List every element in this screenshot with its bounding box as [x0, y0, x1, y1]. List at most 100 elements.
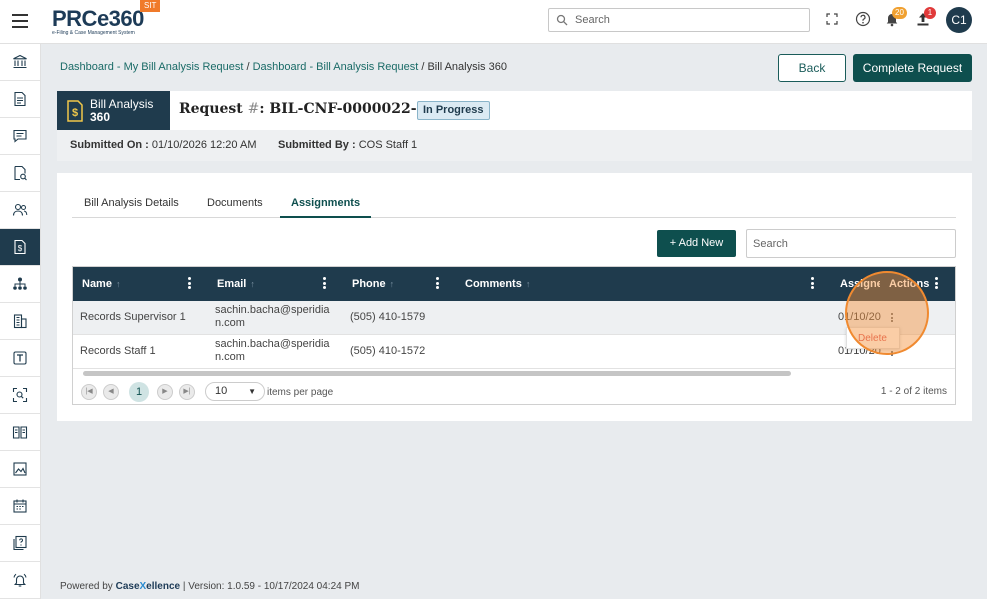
complete-request-button[interactable]: Complete Request	[853, 54, 972, 82]
column-menu-icon[interactable]	[188, 277, 192, 289]
sidebar-item-documents[interactable]	[0, 81, 40, 118]
calendar-icon	[13, 499, 27, 513]
sidebar-item-document-search[interactable]	[0, 155, 40, 192]
hamburger-icon[interactable]	[12, 14, 28, 28]
global-search[interactable]	[548, 8, 810, 32]
sort-arrow-icon: ↑	[389, 279, 395, 289]
sort-arrow-icon: ↑	[115, 279, 121, 289]
faq-icon	[13, 535, 27, 551]
request-id: : BIL-CNF-0000022-26	[259, 101, 436, 117]
sidebar-item-bill-analysis[interactable]: $	[0, 229, 40, 266]
alarm-bell-icon	[13, 573, 27, 587]
sidebar: $	[0, 44, 41, 599]
tab-assignments[interactable]: Assignments	[280, 197, 372, 218]
status-badge: In Progress	[417, 101, 490, 120]
footer: Powered by CaseXellence | Version: 1.0.5…	[60, 581, 359, 592]
column-header-name[interactable]: Name ↑	[82, 278, 120, 290]
casexellence-logo: CaseXellence	[116, 581, 181, 592]
sidebar-item-calendar[interactable]	[0, 488, 40, 525]
brand-part: ellence	[146, 581, 181, 592]
cell-email-line: sachin.bacha@speridia	[215, 338, 330, 350]
upload-count-badge: 1	[924, 7, 936, 19]
table-row[interactable]: Records Staff 1 sachin.bacha@speridia n.c…	[73, 335, 955, 369]
tile-subtitle: 360	[90, 110, 111, 124]
bill-dollar-icon: $	[67, 100, 83, 122]
breadcrumb-link-my-bill-analysis[interactable]: Dashboard - My Bill Analysis Request	[60, 61, 243, 73]
sidebar-item-templates[interactable]	[0, 340, 40, 377]
global-search-input[interactable]	[575, 12, 795, 28]
sidebar-item-home[interactable]	[0, 44, 40, 81]
cell-name: Records Staff 1	[80, 345, 156, 357]
top-bar: PRCe360 e-Filing & Case Management Syste…	[0, 0, 987, 44]
submitted-on-value: 01/10/2026 12:20 AM	[151, 139, 257, 151]
cell-email-line: sachin.bacha@speridia	[215, 304, 330, 316]
current-page-button[interactable]: 1	[129, 382, 149, 402]
page-size-select[interactable]: 10 ▼	[205, 382, 265, 401]
grid-header: Name↑ Email↑ Phone↑ Comments↑ Assigned A…	[73, 267, 955, 301]
column-menu-icon[interactable]	[811, 277, 815, 289]
breadcrumb-separator: /	[243, 61, 253, 73]
sidebar-item-alerts[interactable]	[0, 562, 40, 599]
column-header-phone[interactable]: Phone ↑	[352, 278, 394, 290]
column-menu-icon[interactable]	[935, 277, 939, 289]
back-button[interactable]: Back	[778, 54, 846, 82]
org-chart-icon	[13, 277, 27, 290]
column-menu-icon[interactable]	[323, 277, 327, 289]
column-header-label: Phone	[352, 278, 386, 290]
sidebar-item-help[interactable]	[0, 525, 40, 562]
search-icon	[556, 14, 568, 26]
cell-name: Records Supervisor 1	[80, 311, 186, 323]
column-menu-icon[interactable]	[436, 277, 440, 289]
horizontal-scrollbar[interactable]	[73, 369, 955, 377]
tile-title: Bill Analysis	[90, 97, 154, 111]
logo-subtitle: e-Filing & Case Management System	[52, 30, 135, 36]
add-new-button[interactable]: + Add New	[657, 230, 736, 257]
document-icon	[14, 91, 26, 107]
pager: |◀ ◀ 1 ▶ ▶| 10 ▼ items per page 1 - 2 of …	[73, 377, 955, 404]
sort-arrow-icon: ↑	[250, 279, 255, 289]
cell-email: sachin.bacha@speridia n.com	[215, 304, 330, 330]
breadcrumb-current: Bill Analysis 360	[427, 61, 507, 73]
next-page-icon[interactable]: ▶	[157, 384, 173, 400]
first-page-icon[interactable]: |◀	[81, 384, 97, 400]
column-header-email[interactable]: Email ↑	[217, 278, 255, 290]
sidebar-item-users[interactable]	[0, 192, 40, 229]
submitted-by-label: Submitted By :	[278, 139, 356, 151]
request-header-card: $ Bill Analysis 360 Request #: BIL-CNF-0…	[57, 91, 972, 161]
submitted-on: Submitted On : 01/10/2026 12:20 AM	[70, 139, 256, 151]
svg-text:$: $	[72, 107, 78, 119]
bill-analysis-tile: $ Bill Analysis 360	[57, 91, 170, 130]
tab-bar: Bill Analysis Details Documents Assignme…	[72, 191, 956, 218]
page-size-label: items per page	[267, 387, 334, 398]
table-row[interactable]: Records Supervisor 1 sachin.bacha@sperid…	[73, 301, 955, 335]
submitted-on-label: Submitted On :	[70, 139, 149, 151]
sidebar-item-library[interactable]	[0, 414, 40, 451]
prev-page-icon[interactable]: ◀	[103, 384, 119, 400]
column-header-comments[interactable]: Comments ↑	[465, 278, 530, 290]
request-hash: #	[247, 101, 260, 117]
scrollbar-thumb[interactable]	[83, 371, 791, 376]
tab-bill-analysis-details[interactable]: Bill Analysis Details	[84, 197, 179, 218]
click-highlight	[845, 271, 929, 355]
sidebar-item-messages[interactable]	[0, 118, 40, 155]
page-size-value: 10	[215, 385, 228, 397]
document-search-icon	[14, 165, 27, 181]
chart-image-icon	[13, 462, 27, 476]
help-icon[interactable]	[855, 11, 871, 27]
logo-title: PRCe360	[52, 6, 144, 31]
sidebar-item-workflow[interactable]	[0, 266, 40, 303]
assignments-grid: Name↑ Email↑ Phone↑ Comments↑ Assigned A…	[72, 266, 956, 405]
submitted-by-value: COS Staff 1	[358, 139, 418, 151]
grid-search-input[interactable]	[746, 229, 956, 258]
sidebar-item-organizations[interactable]	[0, 303, 40, 340]
chevron-down-icon: ▼	[248, 387, 256, 396]
last-page-icon[interactable]: ▶|	[179, 384, 195, 400]
fullscreen-icon[interactable]	[824, 11, 840, 27]
book-icon	[12, 426, 28, 439]
breadcrumb-link-bill-analysis-request[interactable]: Dashboard - Bill Analysis Request	[253, 61, 419, 73]
user-avatar[interactable]: C1	[946, 7, 972, 33]
app-logo[interactable]: PRCe360 e-Filing & Case Management Syste…	[52, 6, 144, 37]
sidebar-item-search[interactable]	[0, 377, 40, 414]
tab-documents[interactable]: Documents	[207, 197, 263, 218]
sidebar-item-reports[interactable]	[0, 451, 40, 488]
